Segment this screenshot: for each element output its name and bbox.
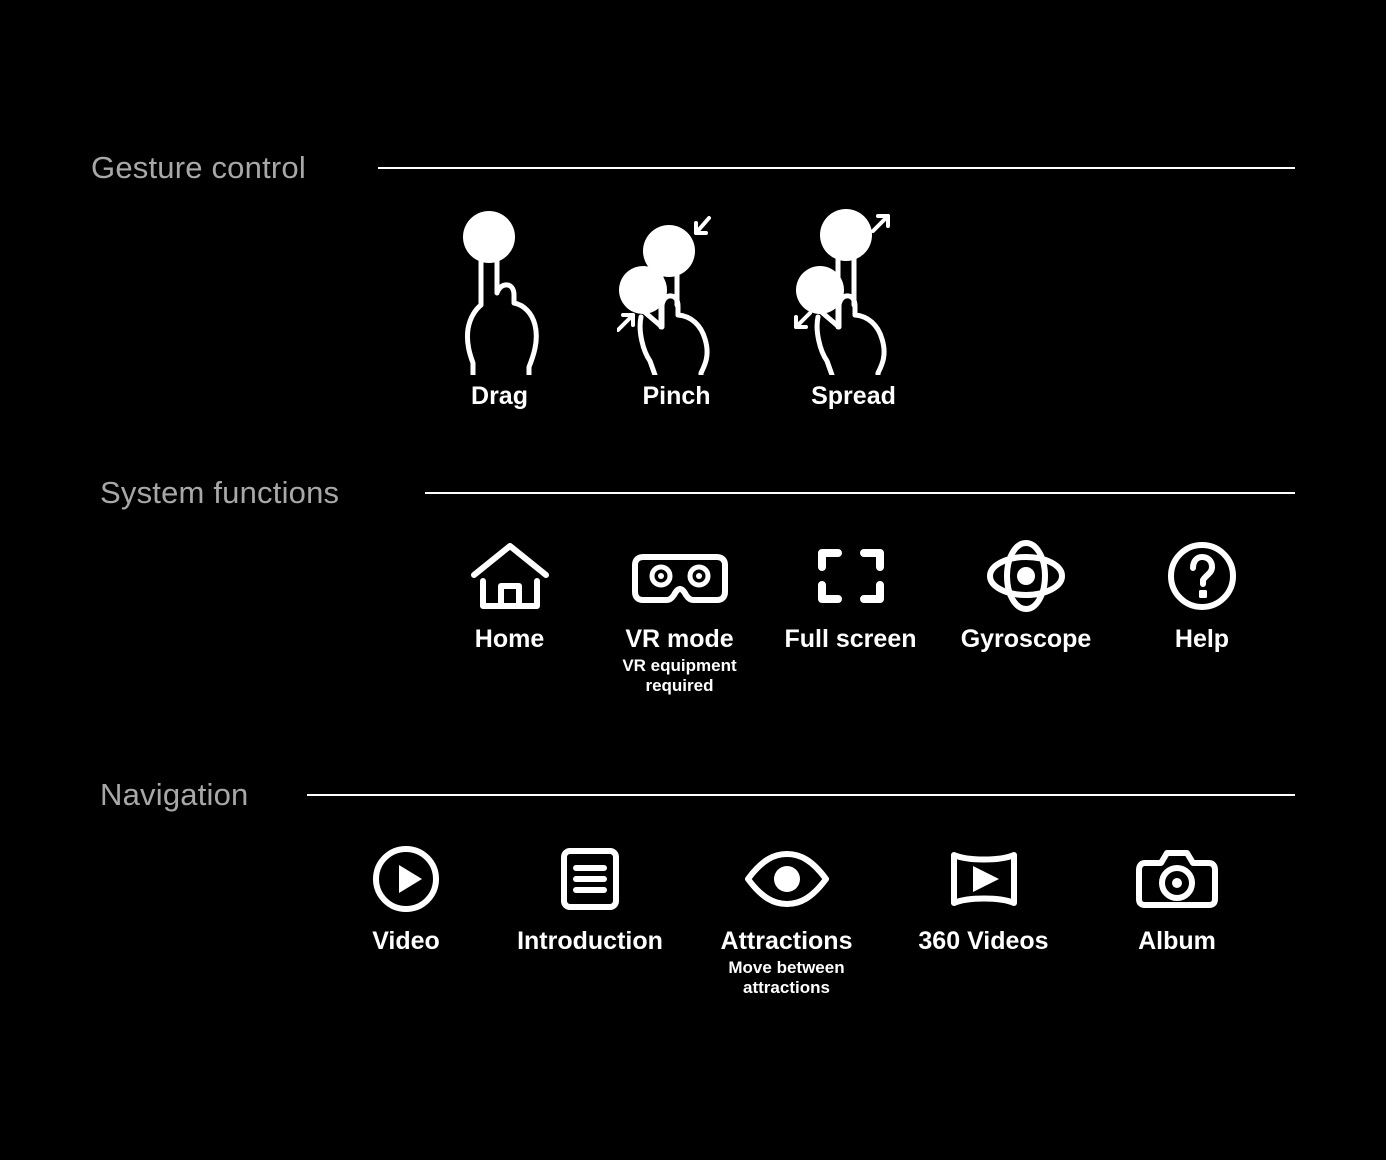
nav-item-attractions[interactable]: Attractions Move between attractions (688, 844, 885, 998)
section-header-navigation: Navigation (100, 772, 1295, 816)
nav-item-360-videos[interactable]: 360 Videos (885, 844, 1082, 954)
section-header-gesture-control: Gesture control (91, 145, 1295, 189)
gesture-items-row: Drag Pinch Spread (411, 205, 942, 409)
nav-label-attractions: Attractions (720, 927, 853, 955)
home-icon (470, 540, 550, 612)
fullscreen-icon (813, 540, 889, 612)
gesture-item-drag[interactable]: Drag (411, 205, 588, 409)
hand-pinch-icon (616, 205, 737, 375)
nav-label-video: Video (372, 927, 440, 955)
system-label-help: Help (1174, 625, 1230, 653)
nav-label-introduction: Introduction (517, 927, 663, 955)
eye-icon (742, 844, 832, 914)
section-divider-gesture-control (378, 167, 1295, 169)
nav-item-introduction[interactable]: Introduction (492, 844, 688, 954)
nav-label-360-videos: 360 Videos (918, 927, 1049, 955)
play-circle-icon (371, 844, 441, 914)
nav-item-video[interactable]: Video (320, 844, 492, 954)
section-title-system-functions: System functions (100, 474, 340, 510)
system-item-vr-mode[interactable]: VR mode VR equipment required (596, 540, 763, 696)
system-item-full-screen[interactable]: Full screen (763, 540, 938, 652)
section-navigation: Navigation Video Introduction Attraction… (0, 772, 1386, 997)
section-system-functions: System functions Home VR mode VR equipme… (0, 470, 1386, 695)
system-item-home[interactable]: Home (423, 540, 596, 652)
nav-item-album[interactable]: Album (1082, 844, 1272, 954)
gesture-label-spread: Spread (811, 382, 896, 410)
camera-icon (1135, 844, 1219, 914)
hand-drag-icon (440, 205, 560, 375)
nav-label-album: Album (1138, 927, 1216, 955)
document-lines-icon (557, 844, 623, 914)
section-title-navigation: Navigation (100, 776, 249, 812)
gyroscope-icon (984, 540, 1068, 612)
system-label-home: Home (474, 625, 545, 653)
section-divider-navigation (307, 794, 1295, 796)
system-label-vr-mode: VR mode (625, 625, 734, 653)
panorama-video-icon (944, 844, 1024, 914)
section-gesture-control: Gesture control Drag Pinch Spread (0, 145, 1386, 409)
vr-goggles-icon (630, 540, 730, 612)
system-label-full-screen: Full screen (784, 625, 917, 653)
nav-sublabel-attractions: Move between attractions (728, 958, 845, 998)
gesture-item-pinch[interactable]: Pinch (588, 205, 765, 409)
hand-spread-icon (793, 205, 914, 375)
system-item-help[interactable]: Help (1114, 540, 1290, 652)
section-divider-system-functions (425, 492, 1295, 494)
system-items-row: Home VR mode VR equipment required Full … (423, 540, 1290, 696)
help-question-icon (1164, 540, 1240, 612)
system-item-gyroscope[interactable]: Gyroscope (938, 540, 1114, 652)
navigation-items-row: Video Introduction Attractions Move betw… (320, 844, 1272, 998)
gesture-item-spread[interactable]: Spread (765, 205, 942, 409)
gesture-label-drag: Drag (471, 382, 528, 410)
section-header-system-functions: System functions (100, 470, 1295, 514)
system-label-gyroscope: Gyroscope (960, 625, 1092, 653)
system-sublabel-vr-mode: VR equipment required (622, 656, 737, 696)
help-overlay-screen: Gesture control Drag Pinch Spread System… (0, 0, 1386, 1160)
gesture-label-pinch: Pinch (642, 382, 711, 410)
section-title-gesture-control: Gesture control (91, 149, 306, 185)
